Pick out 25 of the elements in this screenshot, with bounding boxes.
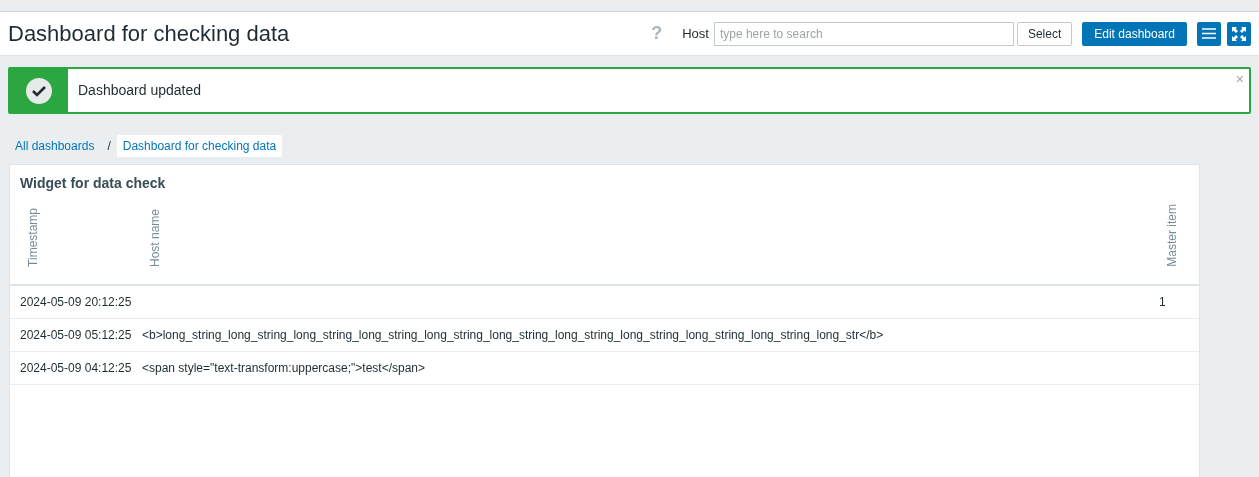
menu-icon xyxy=(1202,28,1216,39)
edit-dashboard-button[interactable]: Edit dashboard xyxy=(1082,21,1187,46)
fullscreen-button[interactable] xyxy=(1227,21,1251,46)
close-icon[interactable]: × xyxy=(1235,69,1244,90)
breadcrumb-link[interactable]: Dashboard for checking data xyxy=(116,134,283,157)
column-header: Timestamp xyxy=(25,208,41,267)
widget-title: Widget for data check xyxy=(19,174,167,193)
table-cell: <b>long_string_long_string_long_string_long_string_long_string_long_string_long_string_long_string_long_string_long_string_long_str</b> xyxy=(142,328,884,342)
column-header: Master item xyxy=(1164,204,1180,267)
check-icon xyxy=(25,76,53,105)
table-cell: <span style="text-transform:uppercase;">test</span> xyxy=(142,361,425,375)
table-cell: 2024-05-09 04:12:25 xyxy=(20,361,132,375)
menu-button[interactable] xyxy=(1197,21,1221,46)
breadcrumb-separator: / xyxy=(107,137,111,155)
host-search-field[interactable]: type here to search xyxy=(713,21,1014,46)
column-header: Host name xyxy=(147,208,163,267)
table-cell: 2024-05-09 20:12:25 xyxy=(20,295,132,309)
table-cell: 1 xyxy=(1159,295,1166,309)
message-text: Dashboard updated xyxy=(78,81,201,100)
expand-icon xyxy=(1231,25,1247,42)
select-button[interactable]: Select xyxy=(1016,21,1073,46)
page-title: Dashboard for checking data xyxy=(8,20,291,48)
breadcrumb-link[interactable]: All dashboards xyxy=(8,136,102,155)
table-cell: 2024-05-09 05:12:25 xyxy=(20,328,132,342)
host-label: Host xyxy=(682,24,709,43)
